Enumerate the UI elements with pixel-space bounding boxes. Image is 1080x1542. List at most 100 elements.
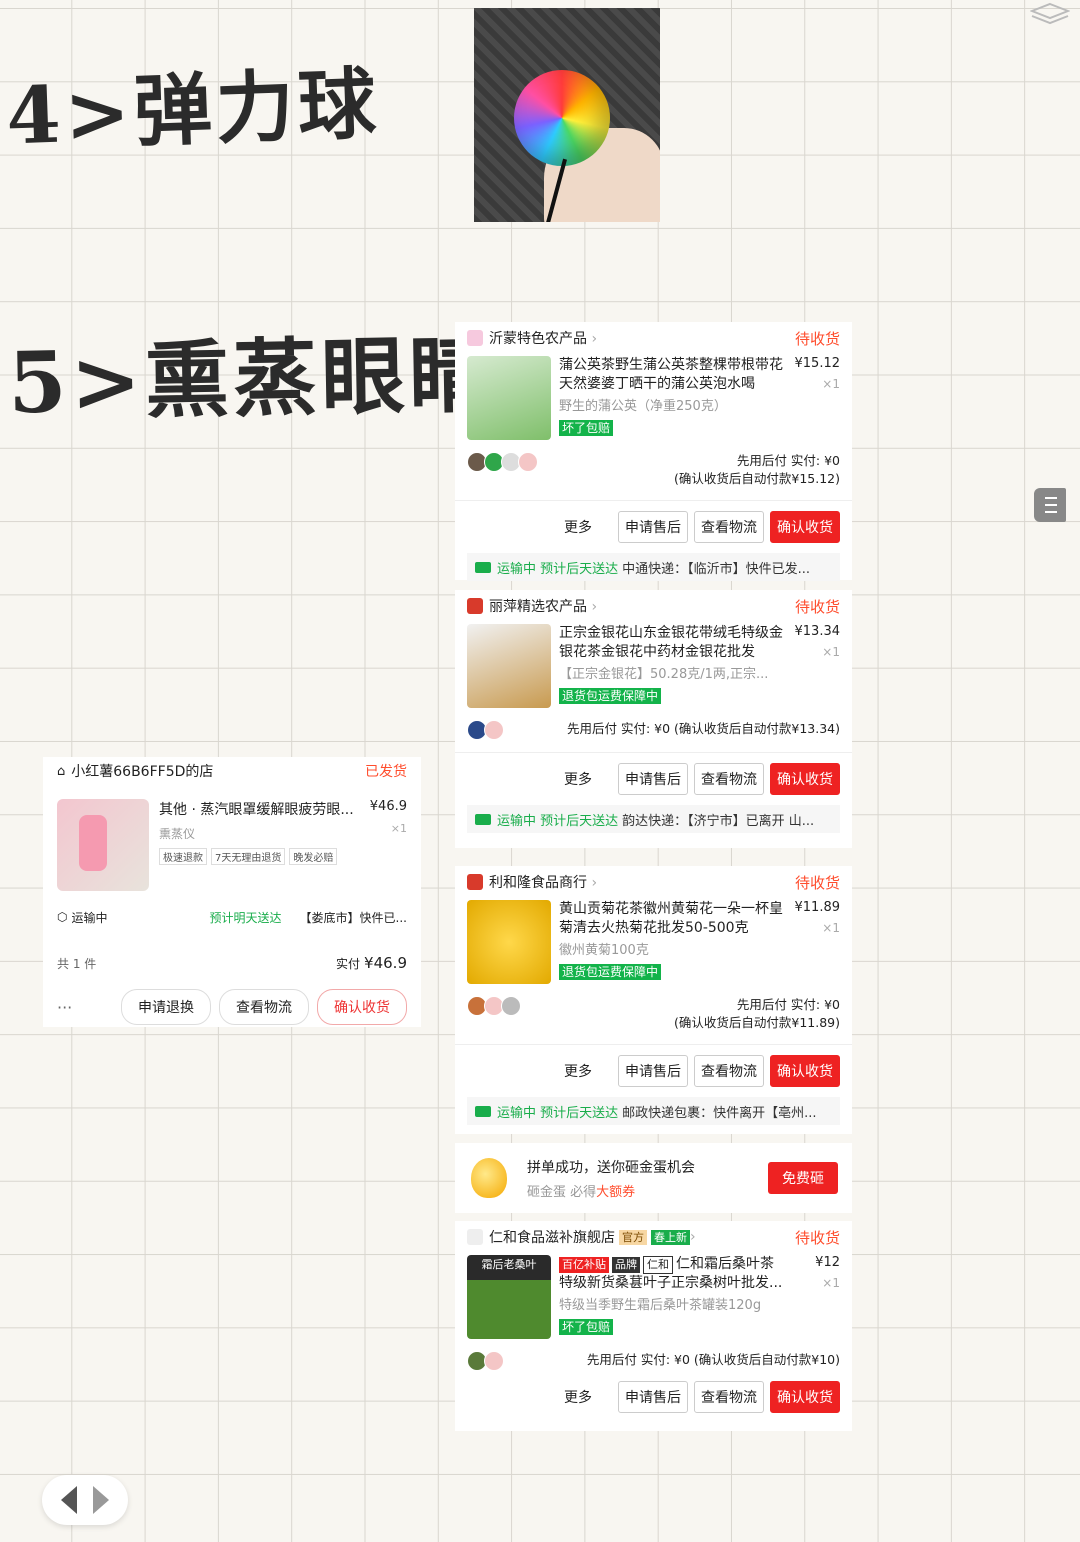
order-item[interactable]: 正宗金银花山东金银花带绒毛特级金银花茶金银花中药材金银花批发 【正宗金银花】50…	[455, 622, 852, 714]
shop-row[interactable]: 沂蒙特色农产品 待收货	[455, 322, 852, 354]
rainbow-ball	[514, 70, 610, 166]
shop-row[interactable]: 丽萍精选农产品 待收货	[455, 590, 852, 622]
track-button[interactable]: 查看物流	[694, 763, 764, 795]
product-qty: ×1	[822, 1276, 840, 1290]
pay-summary: 先用后付 实付: ¥0 (确认收货后自动付款¥13.34)	[566, 721, 840, 736]
participant-avatars	[467, 1351, 504, 1371]
confirm-receipt-button[interactable]: 确认收货	[770, 511, 840, 543]
official-badge: 官方	[619, 1229, 647, 1245]
shop-icon	[467, 330, 483, 346]
product-spec: 【正宗金银花】50.28克/1两,正宗...	[559, 667, 769, 682]
layers-icon[interactable]	[1030, 2, 1070, 28]
package-icon: ⬡	[57, 910, 68, 924]
product-qty: ×1	[822, 921, 840, 935]
confirm-receipt-button[interactable]: 确认收货	[317, 989, 407, 1025]
ship-status: 运输中 预计后天送达	[497, 561, 619, 577]
product-qty: ×1	[390, 822, 407, 835]
shop-icon: ⌂	[57, 763, 66, 779]
shop-icon	[467, 874, 483, 890]
shipping-status-bar[interactable]: 运输中 预计后天送达 中通快递：【临沂市】快件已发...	[467, 553, 840, 581]
prev-page-icon[interactable]	[61, 1486, 77, 1514]
track-button[interactable]: 查看物流	[219, 989, 309, 1025]
product-price: ¥46.9	[369, 799, 407, 814]
pay-note: (确认收货后自动付款¥15.12)	[674, 471, 840, 486]
page-nav	[42, 1475, 128, 1525]
after-sale-button[interactable]: 申请售后	[618, 763, 688, 795]
after-sale-button[interactable]: 申请售后	[618, 1055, 688, 1087]
order-item[interactable]: 蒲公英茶野生蒲公英茶整棵带根带花天然婆婆丁晒干的蒲公英泡水喝 野生的蒲公英（净重…	[455, 354, 852, 446]
shipping-status-bar[interactable]: 运输中 预计后天送达 韵达快递：【济宁市】已离开 山...	[467, 805, 840, 833]
product-qty: ×1	[822, 377, 840, 391]
track-button[interactable]: 查看物流	[694, 1381, 764, 1413]
product-spec: 熏蒸仪	[159, 827, 196, 841]
confirm-receipt-button[interactable]: 确认收货	[770, 763, 840, 795]
order-status: 待收货	[794, 1228, 840, 1247]
more-button[interactable]: 更多	[564, 517, 592, 537]
more-button[interactable]: 更多	[564, 1387, 592, 1407]
order-item[interactable]: 黄山贡菊花茶徽州黄菊花一朵一杯皇菊清去火热菊花批发50-500克 徽州黄菊100…	[455, 898, 852, 990]
sidebar-toggle-icon[interactable]	[1034, 488, 1066, 522]
after-sale-button[interactable]: 申请售后	[618, 1381, 688, 1413]
shop-row[interactable]: 利和隆食品商行 待收货	[455, 866, 852, 898]
participant-avatars	[467, 720, 504, 740]
paid-amount: ¥46.9	[364, 954, 407, 972]
shop-name[interactable]: 丽萍精选农产品	[489, 596, 795, 616]
track-button[interactable]: 查看物流	[694, 1055, 764, 1087]
next-page-icon[interactable]	[93, 1486, 109, 1514]
ship-eta: 预计明天送达	[209, 910, 282, 925]
track-button[interactable]: 查看物流	[694, 511, 764, 543]
order-card-1: 沂蒙特色农产品 待收货 蒲公英茶野生蒲公英茶整棵带根带花天然婆婆丁晒干的蒲公英泡…	[455, 322, 852, 581]
product-price: ¥13.34	[794, 624, 841, 639]
more-button[interactable]: 更多	[564, 769, 592, 789]
product-spec: 野生的蒲公英（净重250克）	[559, 399, 727, 414]
ship-info: 中通快递：【临沂市】快件已发...	[622, 561, 811, 577]
shop-name[interactable]: 仁和食品滋补旗舰店	[489, 1227, 615, 1247]
after-sale-button[interactable]: 申请售后	[618, 511, 688, 543]
confirm-receipt-button[interactable]: 确认收货	[770, 1381, 840, 1413]
avatar	[518, 452, 538, 472]
product-thumbnail[interactable]	[467, 900, 551, 984]
order-item[interactable]: 霜后老桑叶 百亿补贴 品牌 仁和 仁和霜后桑叶茶特级新货桑葚叶子正宗桑树叶批发... …	[455, 1253, 852, 1345]
product-thumbnail[interactable]	[57, 799, 149, 891]
participant-avatars	[467, 996, 521, 1016]
divider	[455, 752, 852, 753]
paid-label: 实付	[336, 956, 361, 971]
order-status: 待收货	[794, 329, 840, 348]
service-tag: 退货包运费保障中	[559, 964, 662, 980]
confirm-receipt-button[interactable]: 确认收货	[770, 1055, 840, 1087]
more-button[interactable]: ···	[57, 998, 113, 1017]
pay-summary: 先用后付 实付: ¥0 (确认收货后自动付款¥10)	[586, 1352, 840, 1367]
avatar	[501, 996, 521, 1016]
note-item-5: 5>熏蒸眼睛	[7, 324, 498, 433]
truck-icon	[475, 561, 491, 573]
avatar	[484, 720, 504, 740]
truck-icon	[475, 813, 491, 825]
shop-icon	[467, 598, 483, 614]
order-status: 待收货	[794, 873, 840, 892]
order-card-2: 丽萍精选农产品 待收货 正宗金银花山东金银花带绒毛特级金银花茶金银花中药材金银花…	[455, 590, 852, 848]
promo-sub: 砸金蛋 必得	[527, 1184, 597, 1200]
refund-button[interactable]: 申请退换	[121, 989, 211, 1025]
free-smash-button[interactable]: 免费砸	[768, 1162, 838, 1194]
product-qty: ×1	[822, 645, 840, 659]
shipping-status-bar[interactable]: 运输中 预计后天送达 邮政快递包裹：快件离开【亳州...	[467, 1097, 840, 1125]
shop-row[interactable]: 仁和食品滋补旗舰店 官方 春上新 待收货	[455, 1221, 852, 1253]
shipping-row[interactable]: ⬡ 运输中 预计明天送达 【娄底市】快件已...	[43, 905, 421, 929]
truck-icon	[475, 1105, 491, 1117]
shop-name[interactable]: 小红薯66B6FF5D的店	[71, 761, 365, 781]
product-thumbnail[interactable]: 霜后老桑叶	[467, 1255, 551, 1339]
product-thumbnail[interactable]	[467, 356, 551, 440]
shop-name[interactable]: 沂蒙特色农产品	[489, 328, 795, 348]
shop-icon	[467, 1229, 483, 1245]
product-title: 蒲公英茶野生蒲公英茶整棵带根带花天然婆婆丁晒干的蒲公英泡水喝	[559, 357, 783, 392]
ship-info: 邮政快递包裹：快件离开【亳州...	[622, 1105, 817, 1121]
order-card-3: 利和隆食品商行 待收货 黄山贡菊花茶徽州黄菊花一朵一杯皇菊清去火热菊花批发50-…	[455, 866, 852, 1134]
pay-summary: 先用后付 实付: ¥0	[736, 453, 840, 468]
note-item-4: 4>弹力球	[4, 58, 382, 163]
ship-status: 运输中 预计后天送达	[497, 1105, 619, 1121]
order-item[interactable]: 其他 · 蒸汽眼罩缓解眼疲劳眼... 熏蒸仪 极速退款 7天无理由退货 晚发必赔 ¥…	[43, 799, 421, 891]
shop-name[interactable]: 利和隆食品商行	[489, 872, 795, 892]
participant-avatars	[467, 452, 538, 472]
more-button[interactable]: 更多	[564, 1061, 592, 1081]
product-thumbnail[interactable]	[467, 624, 551, 708]
